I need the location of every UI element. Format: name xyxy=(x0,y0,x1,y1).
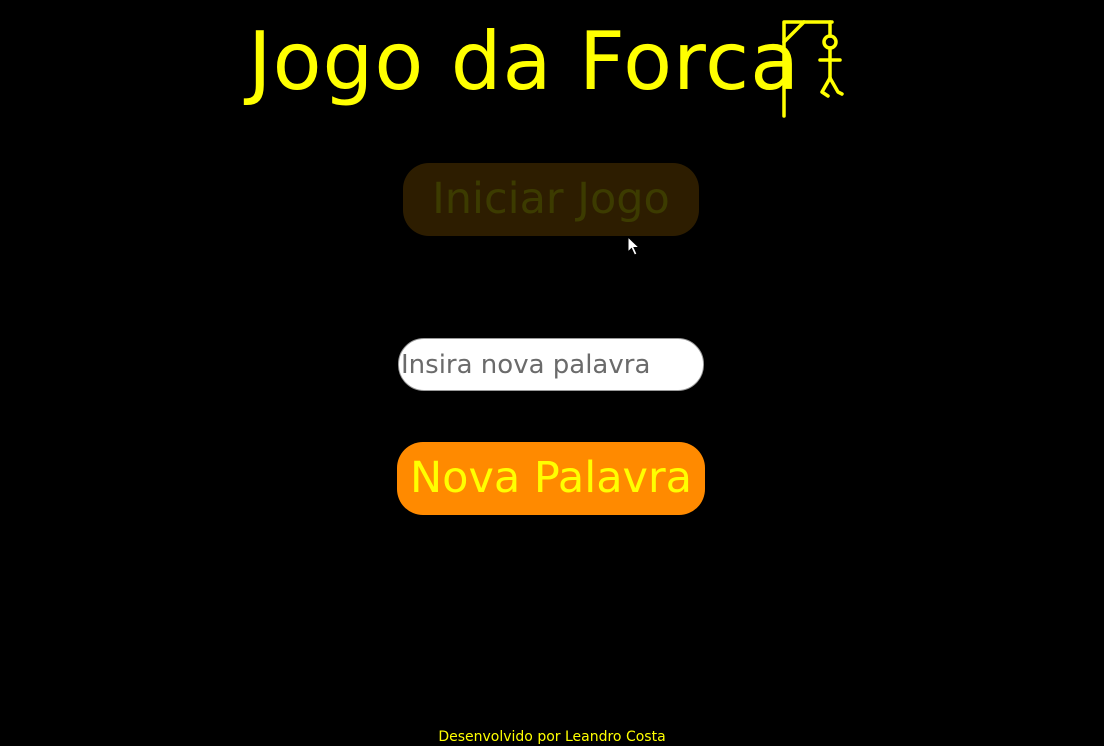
start-game-button[interactable]: Iniciar Jogo xyxy=(403,163,699,236)
mouse-pointer-icon xyxy=(627,236,641,256)
new-word-input[interactable] xyxy=(398,338,704,391)
gallows-icon xyxy=(782,20,844,118)
page-title: Jogo da Forca xyxy=(248,15,801,108)
footer-credit: Desenvolvido por Leandro Costa xyxy=(438,729,666,745)
header: Jogo da Forca xyxy=(0,14,1104,118)
new-word-button[interactable]: Nova Palavra xyxy=(397,442,705,515)
